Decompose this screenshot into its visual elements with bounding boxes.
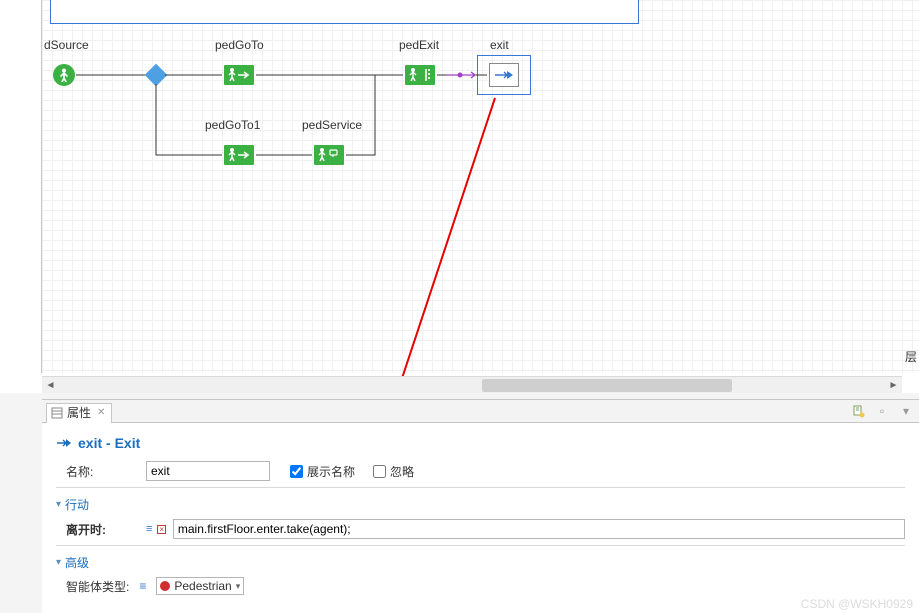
tab-properties[interactable]: 属性 ✕: [46, 403, 112, 423]
collapse-triangle-icon: ▾: [56, 499, 61, 510]
canvas-area[interactable]: dSource pedGoTo pedExit exit pedGoTo1 pe…: [0, 0, 919, 393]
code-marker-chips: ≡ ×: [146, 523, 166, 535]
tab-properties-label: 属性: [67, 403, 91, 423]
section-header-advanced[interactable]: ▾ 高级: [56, 554, 905, 571]
error-marker-icon: ×: [157, 525, 166, 534]
collapse-triangle-icon: ▾: [56, 557, 61, 568]
exit-heading-icon: [56, 437, 72, 449]
pin-icon[interactable]: [851, 404, 865, 418]
tabstrip-right-icons: ▫ ▾: [851, 404, 913, 418]
tabstrip: 属性 ✕ ▫ ▾: [42, 400, 919, 423]
chevron-down-icon: ▾: [236, 581, 241, 592]
restore-icon[interactable]: ▫: [875, 404, 889, 418]
show-name-checkbox-input[interactable]: [290, 465, 303, 478]
on-leave-label: 离开时:: [56, 521, 146, 538]
separator: [56, 487, 905, 488]
panel-heading-text: exit - Exit: [78, 435, 140, 451]
ignore-label: 忽略: [390, 463, 414, 480]
menu-icon[interactable]: ▾: [899, 404, 913, 418]
connectors: [0, 0, 919, 393]
separator: [56, 545, 905, 546]
scroll-thumb[interactable]: [482, 379, 732, 392]
agent-type-row: 智能体类型: ≡ Pedestrian ▾: [56, 577, 905, 595]
name-label: 名称:: [56, 463, 146, 480]
properties-tab-icon: [51, 407, 63, 419]
section-header-action[interactable]: ▾ 行动: [56, 496, 905, 513]
scroll-left-arrow[interactable]: ◄: [44, 379, 57, 392]
section-advanced-label: 高级: [65, 554, 89, 571]
panel-body: exit - Exit 名称: 展示名称 忽略 ▾ 行动 离开时: ≡: [42, 423, 919, 595]
agent-type-label: 智能体类型:: [66, 578, 129, 595]
side-label: 层: [905, 348, 917, 365]
ignore-checkbox[interactable]: 忽略: [373, 463, 414, 480]
scrollbar-horizontal[interactable]: ◄ ►: [42, 376, 902, 393]
on-leave-row: 离开时: ≡ ×: [56, 519, 905, 539]
show-name-label: 展示名称: [307, 463, 355, 480]
name-input[interactable]: [146, 461, 270, 481]
panel-heading: exit - Exit: [56, 435, 905, 451]
agent-type-selector[interactable]: Pedestrian ▾: [156, 577, 244, 595]
name-row: 名称: 展示名称 忽略: [56, 461, 905, 481]
scroll-right-arrow[interactable]: ►: [887, 379, 900, 392]
properties-panel: 属性 ✕ ▫ ▾ exit - Exit 名称:: [42, 399, 919, 613]
section-action-label: 行动: [65, 496, 89, 513]
ignore-checkbox-input[interactable]: [373, 465, 386, 478]
close-icon[interactable]: ✕: [95, 403, 107, 423]
agent-type-value: Pedestrian: [174, 579, 231, 593]
pedestrian-type-icon: [160, 581, 170, 591]
show-name-checkbox[interactable]: 展示名称: [290, 463, 355, 480]
on-leave-code-input[interactable]: [173, 519, 905, 539]
